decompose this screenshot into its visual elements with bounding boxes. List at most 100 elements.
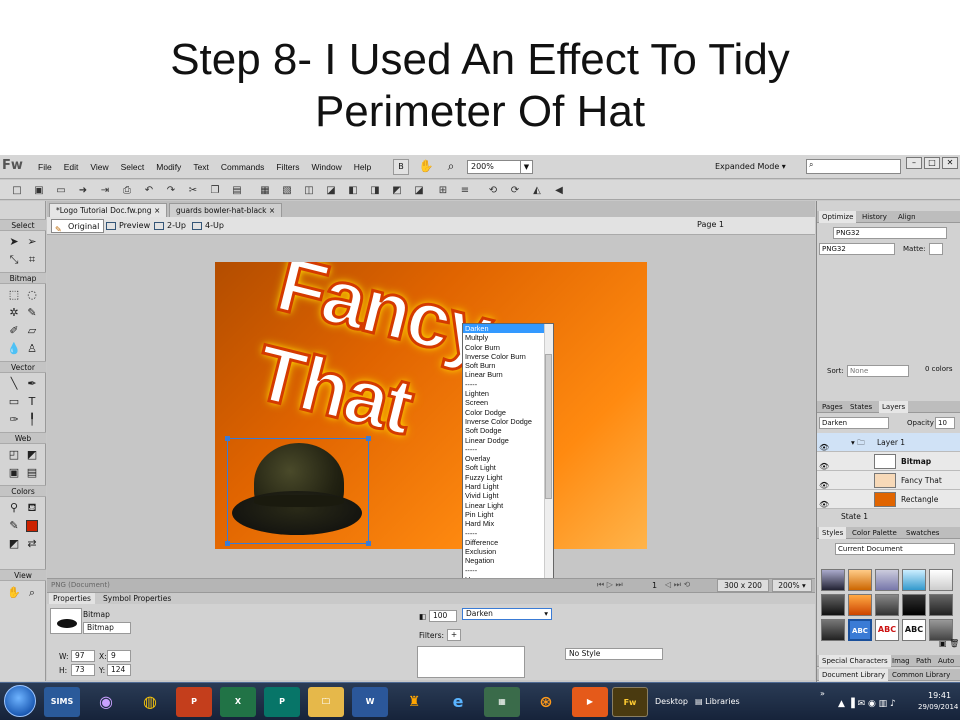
width-input[interactable]: 97 xyxy=(71,650,95,662)
bridge-icon[interactable]: B xyxy=(393,159,409,175)
style-swatch-abc-red[interactable]: ABC xyxy=(875,619,899,641)
style-swatch[interactable] xyxy=(929,594,953,616)
hotspot-tool-icon[interactable]: ◰ xyxy=(6,447,22,463)
taskbar-sims[interactable]: SIMS xyxy=(44,687,80,717)
fill-color-swatch[interactable] xyxy=(26,520,38,532)
taskbar-word-icon[interactable]: W xyxy=(352,687,388,717)
style-swatch[interactable] xyxy=(875,594,899,616)
matte-swatch[interactable] xyxy=(929,243,943,255)
menu-window[interactable]: Window xyxy=(306,162,348,172)
blend-mode-option[interactable]: Hard Mix xyxy=(463,519,553,528)
taskbar-media-icon[interactable]: ◉ xyxy=(88,687,124,717)
tab-bowler-hat[interactable]: guards bowler-hat-black × xyxy=(169,203,283,217)
playback-controls[interactable]: ⏮ ▷ ⏭ xyxy=(597,580,623,590)
state-nav-controls[interactable]: ◁ ⏭ ⟲ xyxy=(665,580,690,590)
resize-handle[interactable] xyxy=(366,541,371,546)
blend-mode-option[interactable]: Inverse Color Dodge xyxy=(463,417,553,426)
bring-front-icon[interactable]: ◧ xyxy=(346,183,360,197)
eyedropper-tool-icon[interactable]: ⚲ xyxy=(6,500,22,516)
zoom-tool-icon[interactable]: ⌕ xyxy=(24,585,40,601)
blend-mode-option[interactable]: Darken xyxy=(463,324,553,334)
taskbar-app3-icon[interactable]: ⊛ xyxy=(528,687,564,717)
blend-mode-option[interactable]: Hard Light xyxy=(463,482,553,491)
text-tool-icon[interactable]: T xyxy=(24,394,40,410)
optimize-preset-select[interactable]: PNG32 xyxy=(833,227,947,239)
pointer-tool-icon[interactable]: ➤ xyxy=(6,234,22,250)
view-original-button[interactable]: ✎ Original xyxy=(51,219,105,234)
search-input[interactable]: ⌕ xyxy=(806,159,901,174)
scrollbar[interactable] xyxy=(544,324,553,607)
open-icon[interactable]: ▭ xyxy=(54,183,68,197)
sort-select[interactable]: None xyxy=(847,365,909,377)
hide-slices-icon[interactable]: ▣ xyxy=(6,465,22,481)
default-colors-icon[interactable]: ◩ xyxy=(6,536,22,552)
taskbar-ie-icon[interactable]: e xyxy=(440,687,476,717)
blend-mode-option[interactable]: Fuzzy Light xyxy=(463,473,553,482)
taskbar-app2-icon[interactable]: ▦ xyxy=(484,687,520,717)
scrollbar-thumb[interactable] xyxy=(545,354,552,499)
style-swatch[interactable] xyxy=(821,569,845,591)
blend-mode-option[interactable]: Vivid Light xyxy=(463,491,553,500)
rotate-right-icon[interactable]: ⟳ xyxy=(508,183,522,197)
artwork-image[interactable]: Fancy That xyxy=(215,262,647,549)
view-preview-button[interactable]: Preview xyxy=(103,219,154,233)
minimize-button[interactable]: – xyxy=(906,157,922,169)
tab-common-library[interactable]: Common Library xyxy=(889,669,953,681)
resize-handle[interactable] xyxy=(366,436,371,441)
ungroup-icon[interactable]: ▧ xyxy=(280,183,294,197)
split-icon[interactable]: ◪ xyxy=(324,183,338,197)
status-zoom[interactable]: 200% ▾ xyxy=(772,579,812,592)
swap-colors-icon[interactable]: ⇄ xyxy=(24,536,40,552)
style-swatch[interactable] xyxy=(821,594,845,616)
style-swatch[interactable] xyxy=(902,594,926,616)
tab-logo-tutorial[interactable]: *Logo Tutorial Doc.fw.png × xyxy=(49,203,168,217)
libraries-toolbar[interactable]: ▤ Libraries xyxy=(695,697,740,706)
height-input[interactable]: 73 xyxy=(71,664,95,676)
rectangle-tool-icon[interactable]: ▭ xyxy=(6,394,22,410)
zoom-select[interactable]: 200% ▼ xyxy=(467,160,533,174)
send-back-icon[interactable]: ◪ xyxy=(412,183,426,197)
pen-tool-icon[interactable]: ✒ xyxy=(24,376,40,392)
taskbar-media-player-icon[interactable]: ▶ xyxy=(572,687,608,717)
canvas-area[interactable]: Fancy That xyxy=(47,235,815,578)
layer-blend-select[interactable]: Darken xyxy=(819,417,889,429)
add-style-icon[interactable]: ▣ 🗑 xyxy=(939,639,959,648)
tab-auto[interactable]: Auto xyxy=(935,655,957,667)
blend-mode-option[interactable]: Linear Light xyxy=(463,501,553,510)
taskbar-chrome-icon[interactable]: ◍ xyxy=(132,687,168,717)
crop-tool-icon[interactable]: ⌗ xyxy=(24,252,40,268)
style-swatch[interactable] xyxy=(875,569,899,591)
tab-special-characters[interactable]: Special Characters xyxy=(819,655,891,667)
blend-mode-option[interactable]: Screen xyxy=(463,398,553,407)
hand-icon[interactable]: ✋ xyxy=(418,159,434,175)
blend-mode-option[interactable]: ----- xyxy=(463,566,553,575)
knife-tool-icon[interactable]: ╿ xyxy=(24,412,40,428)
style-swatch[interactable] xyxy=(848,569,872,591)
close-icon[interactable]: × xyxy=(269,206,275,215)
clock-time[interactable]: 19:41 xyxy=(928,691,951,700)
paste-icon[interactable]: ▤ xyxy=(230,183,244,197)
taskbar-explorer-icon[interactable]: 🗀 xyxy=(308,687,344,717)
menu-text[interactable]: Text xyxy=(187,162,215,172)
tab-color-palette[interactable]: Color Palette xyxy=(849,527,900,539)
layer-row-fancy-that[interactable]: 👁 Fancy That xyxy=(817,471,960,490)
cut-icon[interactable]: ✂ xyxy=(186,183,200,197)
marquee-tool-icon[interactable]: ⬚ xyxy=(6,287,22,303)
style-swatch[interactable] xyxy=(929,569,953,591)
blend-mode-option[interactable]: Color Dodge xyxy=(463,408,553,417)
menu-edit[interactable]: Edit xyxy=(58,162,85,172)
group-icon[interactable]: ▦ xyxy=(258,183,272,197)
blend-mode-option[interactable]: Color Burn xyxy=(463,343,553,352)
brush-tool-icon[interactable]: ✎ xyxy=(24,305,40,321)
opacity-input[interactable]: 100 xyxy=(429,610,457,622)
add-filter-button[interactable]: + xyxy=(447,629,461,641)
layer-row-layer1[interactable]: 👁 ▾ 🗀 Layer 1 xyxy=(817,433,960,452)
workspace-mode[interactable]: Expanded Mode ▾ xyxy=(715,162,786,171)
close-button[interactable]: ✕ xyxy=(942,157,958,169)
blend-mode-dropdown[interactable]: Darken Multply Color Burn Inverse Color Bur… xyxy=(462,323,554,608)
style-swatch-abc-selected[interactable]: ABC xyxy=(848,619,872,641)
y-input[interactable]: 124 xyxy=(107,664,131,676)
menu-file[interactable]: File xyxy=(32,162,58,172)
menu-view[interactable]: View xyxy=(84,162,114,172)
menu-filters[interactable]: Filters xyxy=(270,162,305,172)
